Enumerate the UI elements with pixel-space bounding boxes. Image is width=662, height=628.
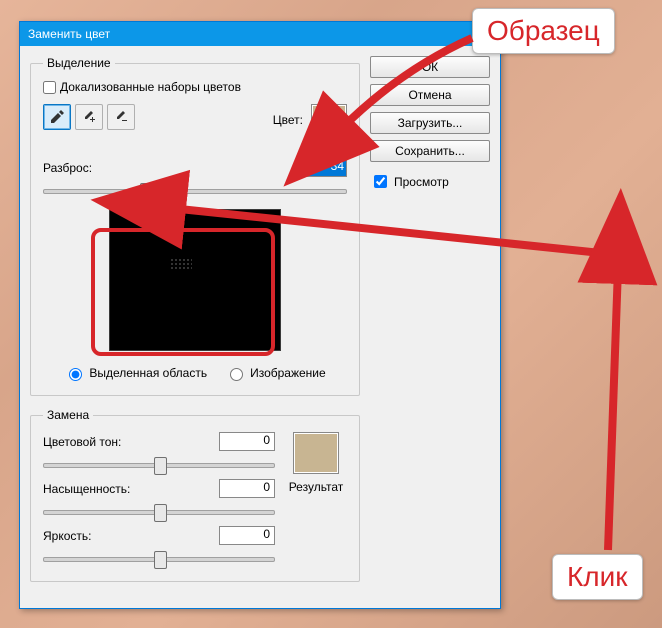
replacement-fieldset: Замена Цветовой тон: 0 Насыщенность: <box>30 408 360 582</box>
color-label: Цвет: <box>273 113 303 127</box>
fuzziness-slider-thumb[interactable] <box>140 183 153 201</box>
hue-slider[interactable] <box>43 455 275 473</box>
buttons-column: ОК Отмена Загрузить... Сохранить... Прос… <box>370 56 490 594</box>
preview-checkbox-label: Просмотр <box>394 175 449 189</box>
eyedropper-add-tool[interactable] <box>75 104 103 130</box>
selection-legend: Выделение <box>43 56 115 70</box>
result-swatch[interactable] <box>293 432 339 474</box>
fuzziness-input[interactable]: 34 <box>305 158 347 177</box>
fuzziness-slider[interactable] <box>43 181 347 199</box>
radio-selection-label: Выделенная область <box>89 366 207 380</box>
saturation-slider[interactable] <box>43 502 275 520</box>
localized-colors-label: Докализованные наборы цветов <box>60 80 241 94</box>
annotation-sample-text: Образец <box>487 15 600 46</box>
eyedropper-tool[interactable] <box>43 104 71 130</box>
radio-image-label: Изображение <box>250 366 326 380</box>
annotation-sample-callout: Образец <box>472 8 615 54</box>
localized-colors-checkbox[interactable] <box>43 81 56 94</box>
radio-image[interactable]: Изображение <box>225 365 326 381</box>
eyedropper-icon <box>49 109 65 125</box>
eyedropper-minus-icon <box>113 109 129 125</box>
annotation-click-text: Клик <box>567 561 628 592</box>
lightness-slider-thumb[interactable] <box>154 551 167 569</box>
radio-selection-input[interactable] <box>69 368 82 381</box>
fuzziness-label: Разброс: <box>43 161 92 175</box>
radio-selection[interactable]: Выделенная область <box>64 365 207 381</box>
save-button[interactable]: Сохранить... <box>370 140 490 162</box>
preview-checkbox[interactable] <box>374 175 387 188</box>
lightness-label: Яркость: <box>43 529 143 543</box>
dialog-titlebar[interactable]: Заменить цвет <box>20 22 500 46</box>
annotation-click-callout: Клик <box>552 554 643 600</box>
replacement-legend: Замена <box>43 408 93 422</box>
color-swatch[interactable] <box>311 104 347 136</box>
eyedropper-subtract-tool[interactable] <box>107 104 135 130</box>
saturation-label: Насыщенность: <box>43 482 143 496</box>
cancel-button[interactable]: Отмена <box>370 84 490 106</box>
result-label: Результат <box>289 480 344 494</box>
lightness-slider[interactable] <box>43 549 275 567</box>
load-button[interactable]: Загрузить... <box>370 112 490 134</box>
radio-image-input[interactable] <box>230 368 243 381</box>
hue-input[interactable]: 0 <box>219 432 275 451</box>
saturation-input[interactable]: 0 <box>219 479 275 498</box>
saturation-slider-thumb[interactable] <box>154 504 167 522</box>
hue-slider-thumb[interactable] <box>154 457 167 475</box>
dialog-title: Заменить цвет <box>28 27 110 41</box>
hue-label: Цветовой тон: <box>43 435 143 449</box>
lightness-input[interactable]: 0 <box>219 526 275 545</box>
eyedropper-plus-icon <box>81 109 97 125</box>
ok-button[interactable]: ОК <box>370 56 490 78</box>
annotation-highlight-box <box>91 228 275 356</box>
